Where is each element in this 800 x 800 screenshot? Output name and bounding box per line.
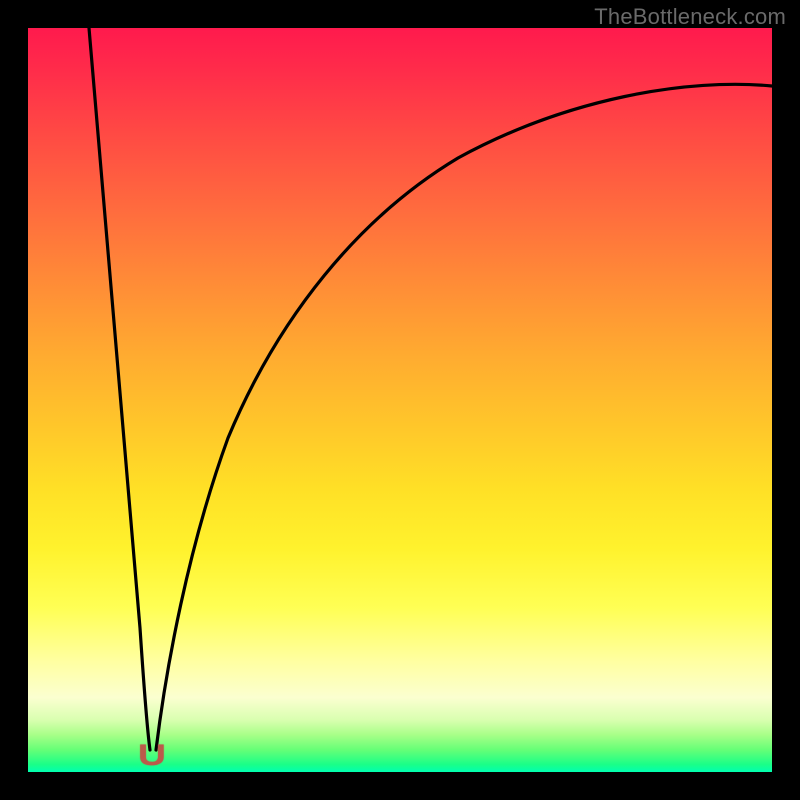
- curve-left-branch: [89, 28, 150, 750]
- curve-right-branch: [156, 84, 772, 750]
- chart-frame: U TheBottleneck.com: [0, 0, 800, 800]
- watermark-text: TheBottleneck.com: [594, 4, 786, 30]
- plot-area: U: [28, 28, 772, 772]
- bottleneck-curve: [28, 28, 772, 772]
